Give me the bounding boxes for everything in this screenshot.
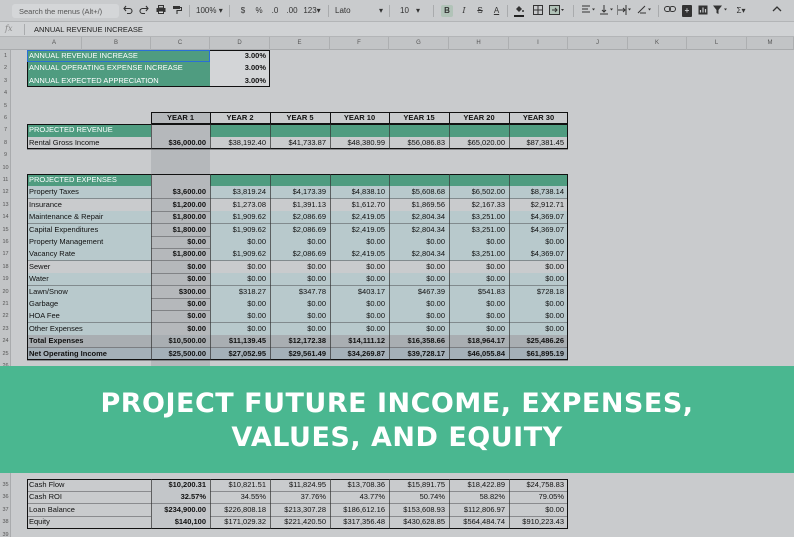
functions-icon[interactable]: Σ▾ [734,5,748,17]
column-gridline [509,174,510,360]
number-format-select[interactable]: 123▾ [302,5,322,17]
currency-format-button[interactable]: $ [239,5,247,17]
text-rotation-icon[interactable] [637,5,653,17]
column-gridline [270,112,271,125]
column-gridline [509,112,510,125]
expense-table-border [27,174,568,360]
column-gridline [449,174,450,360]
text-wrap-icon[interactable] [617,5,633,17]
filter-icon[interactable] [713,5,729,17]
italic-button[interactable]: I [460,5,468,17]
column-gridline [210,124,211,150]
year-header-border [151,112,568,125]
column-gridline [509,479,510,529]
bold-button[interactable]: B [441,5,453,17]
column-gridline [389,124,390,150]
active-cell-selection [27,50,210,63]
column-gridline [449,112,450,125]
percent-format-button[interactable]: % [255,5,263,17]
font-select[interactable]: Lato ▾ [335,5,385,17]
summary-table-border [27,479,568,529]
column-gridline [270,174,271,360]
borders-icon[interactable] [533,5,543,17]
column-gridline [389,112,390,125]
strikethrough-button[interactable]: S [476,5,484,17]
increase-decimal-button[interactable]: .00 [285,5,299,17]
column-gridline [210,174,211,360]
column-gridline [509,124,510,150]
align-left-icon[interactable] [582,5,596,17]
toolbar: Search the menus (Alt+/) 100% ▾ $ % .0 .… [0,0,794,22]
vertical-align-icon[interactable] [600,5,614,17]
paint-format-icon[interactable] [172,5,182,17]
column-gridline [330,124,331,150]
insert-link-icon[interactable] [664,5,676,17]
column-gridline [270,479,271,529]
fill-color-icon[interactable] [514,5,524,17]
print-icon[interactable] [156,5,166,17]
column-gridline [270,124,271,150]
undo-icon[interactable] [123,5,133,17]
decrease-decimal-button[interactable]: .0 [269,5,281,17]
insert-comment-icon[interactable]: + [682,5,692,17]
revenue-table-border [27,124,568,150]
column-gridline [389,174,390,360]
column-gridline [389,479,390,529]
column-gridline [330,174,331,360]
column-gridline [449,479,450,529]
column-gridline [151,174,152,360]
function-icon: fx [5,24,13,33]
formula-input[interactable]: ANNUAL REVENUE INCREASE [34,25,143,34]
column-gridline [151,124,152,150]
banner-title-line2: VALUES, AND EQUITY [231,422,563,453]
redo-icon[interactable] [139,5,149,17]
promo-banner: PROJECT FUTURE INCOME, EXPENSES, VALUES,… [0,366,794,473]
banner-title-line1: PROJECT FUTURE INCOME, EXPENSES, [100,388,694,419]
text-color-button[interactable]: A [492,5,501,17]
menu-search-input[interactable]: Search the menus (Alt+/) [12,4,119,18]
merge-cells-icon[interactable] [549,5,565,17]
zoom-select[interactable]: 100% ▾ [196,5,223,17]
column-gridline [210,112,211,125]
column-gridline [330,479,331,529]
font-size-select[interactable]: 10 ▾ [400,5,422,17]
column-gridline [449,124,450,150]
formula-bar: fx ANNUAL REVENUE INCREASE [0,22,794,37]
column-gridline [151,479,152,529]
column-gridline [330,112,331,125]
insert-chart-icon[interactable] [698,5,708,17]
column-gridline [210,479,211,529]
collapse-toolbar-icon[interactable] [772,5,782,17]
